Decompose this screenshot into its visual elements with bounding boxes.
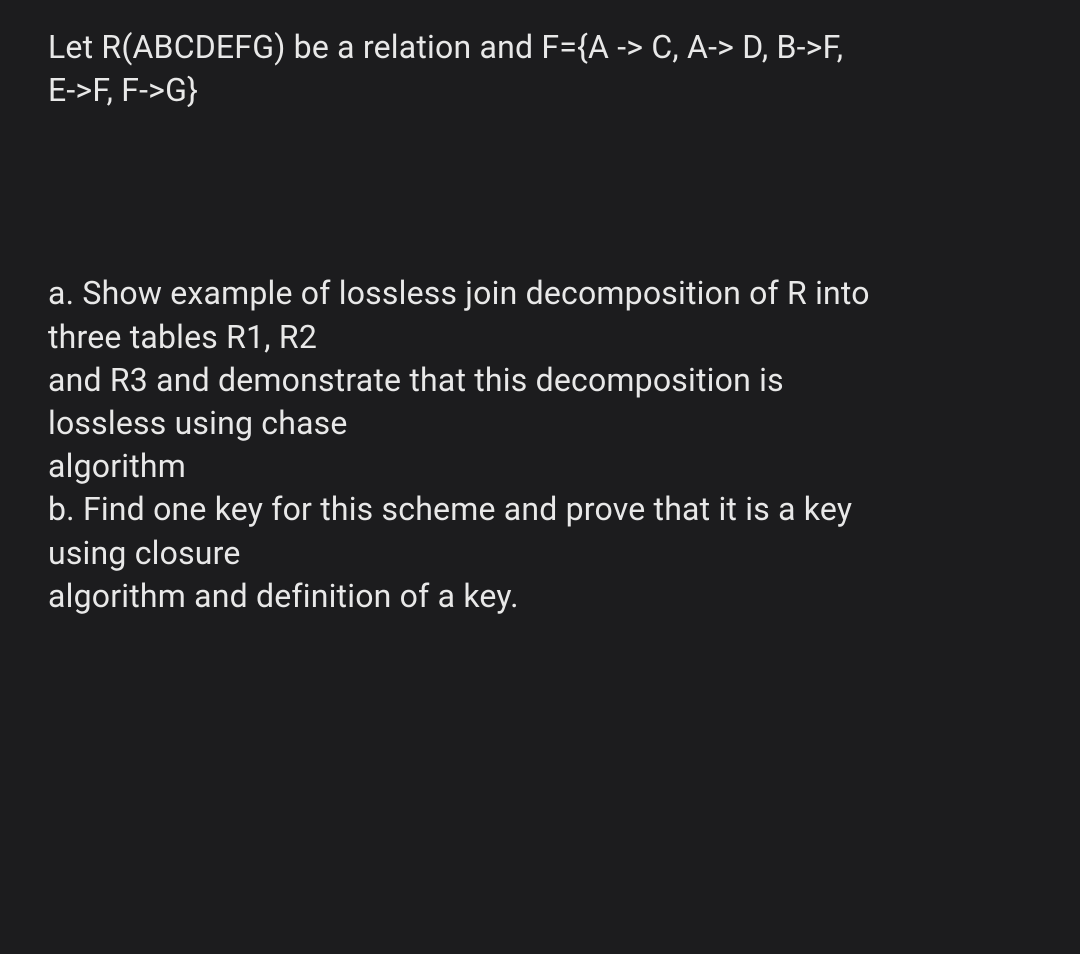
- given-line-1: Let R(ABCDEFG) be a relation and F={A ->…: [48, 26, 1032, 69]
- part-a-line-2: three tables R1, R2: [48, 316, 1032, 359]
- problem-given: Let R(ABCDEFG) be a relation and F={A ->…: [48, 26, 1032, 112]
- given-line-2: E->F, F->G}: [48, 69, 1032, 112]
- part-a-line-4: lossless using chase: [48, 402, 1032, 445]
- part-a-line-1: a. Show example of lossless join decompo…: [48, 272, 1032, 315]
- part-b-line-2: using closure: [48, 532, 1032, 575]
- part-a-line-3: and R3 and demonstrate that this decompo…: [48, 359, 1032, 402]
- part-b-line-1: b. Find one key for this scheme and prov…: [48, 488, 1032, 531]
- part-a-line-5: algorithm: [48, 445, 1032, 488]
- problem-parts: a. Show example of lossless join decompo…: [48, 272, 1032, 618]
- part-b-line-3: algorithm and definition of a key.: [48, 575, 1032, 618]
- spacer: [48, 112, 1032, 272]
